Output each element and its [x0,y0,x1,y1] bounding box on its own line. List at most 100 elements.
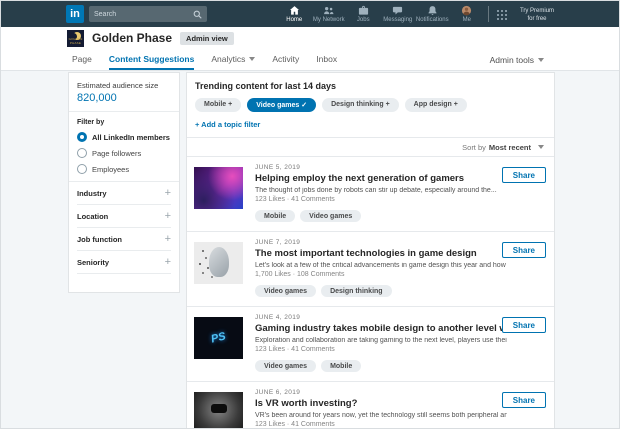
sort-dropdown[interactable]: Sort by Most recent [187,138,554,157]
chip-app-design[interactable]: App design + [405,98,467,112]
tab-page[interactable]: Page [72,49,92,70]
add-topic-filter-link[interactable]: + Add a topic filter [195,120,554,129]
article-title[interactable]: The most important technologies in game … [255,248,507,259]
article-date: JUNE 5, 2019 [255,164,507,171]
article-stats: 123 Likes · 41 Comments [255,421,507,428]
article-thumbnail[interactable] [194,392,243,429]
filter-by-label: Filter by [77,119,171,126]
linkedin-admin-page: in Search Home My N [0,0,620,429]
premium-line1: Try Premium [511,8,563,16]
nav-item-notifications[interactable]: Notifications [415,1,450,27]
article-row: JUNE 6, 2019 Is VR worth investing? VR's… [187,382,554,429]
article-description: The thought of jobs done by robots can s… [255,187,507,194]
content-area: Estimated audience size 820,000 Filter b… [1,71,619,428]
article-body: JUNE 7, 2019 The most important technolo… [255,239,507,297]
radio-page-followers[interactable]: Page followers [77,148,171,158]
article-description: VR's been around for years now, yet the … [255,412,507,419]
nav-label: Messaging [383,17,412,23]
article-title[interactable]: Helping employ the next generation of ga… [255,173,507,184]
article-date: JUNE 6, 2019 [255,389,507,396]
nav-item-home[interactable]: Home [277,1,312,27]
nav-divider [488,6,489,22]
article-tag[interactable]: Design thinking [321,285,392,297]
plus-icon: + [165,234,171,245]
radio-icon [77,148,87,158]
article-list: JUNE 5, 2019 Helping employ the next gen… [187,157,554,429]
chevron-down-icon [538,145,544,149]
article-title[interactable]: Gaming industry takes mobile design to a… [255,323,507,334]
company-logo[interactable]: GOLDEN PHASE [67,30,84,47]
nav-item-messaging[interactable]: Messaging [381,1,416,27]
article-tag[interactable]: Video games [255,360,316,372]
chip-video-games[interactable]: Video games ✓ [247,98,316,112]
filter-section-location[interactable]: Location + [77,205,171,228]
article-stats: 1,700 Likes · 108 Comments [255,271,507,278]
tab-inbox[interactable]: Inbox [316,49,337,70]
nav-label: Home [286,17,302,23]
trending-content-panel: Trending content for last 14 days Mobile… [187,73,554,429]
radio-employees[interactable]: Employees [77,164,171,174]
share-button[interactable]: Share [502,317,546,333]
try-premium-link[interactable]: Try Premium for free [511,8,563,23]
article-tag[interactable]: Mobile [255,210,295,222]
article-title[interactable]: Is VR worth investing? [255,398,507,409]
filter-section-job-function[interactable]: Job function + [77,228,171,251]
admin-tools-dropdown[interactable]: Admin tools [490,49,544,71]
page-title: Golden Phase [92,31,172,45]
search-input[interactable]: Search [89,6,207,22]
article-body: JUNE 4, 2019 Gaming industry takes mobil… [255,314,507,372]
primary-nav: Home My Network Jobs [277,1,484,27]
notifications-icon [427,5,438,16]
article-tag[interactable]: Video games [255,285,316,297]
article-tag[interactable]: Mobile [321,360,361,372]
radio-icon [77,132,87,142]
article-date: JUNE 4, 2019 [255,314,507,321]
share-button[interactable]: Share [502,242,546,258]
trending-title: Trending content for last 14 days [195,81,554,91]
plus-icon: + [165,257,171,268]
article-row: JUNE 7, 2019 The most important technolo… [187,232,554,307]
chevron-down-icon [249,57,255,61]
nav-item-jobs[interactable]: Jobs [346,1,381,27]
radio-all-linkedin-members[interactable]: All LinkedIn members [77,132,171,142]
audience-filter-sidebar: Estimated audience size 820,000 Filter b… [69,73,179,292]
tab-activity[interactable]: Activity [272,49,299,70]
nav-label: Me [463,17,471,23]
filter-section-industry[interactable]: Industry + [77,182,171,205]
nav-item-my-network[interactable]: My Network [312,1,347,27]
nav-item-me[interactable]: Me [450,1,485,27]
logo-caption: GOLDEN PHASE [67,38,84,45]
my-network-icon [323,5,334,16]
filter-section-seniority[interactable]: Seniority + [77,251,171,274]
share-button[interactable]: Share [502,167,546,183]
apps-grid-icon[interactable] [496,8,508,20]
nav-label: My Network [313,17,345,23]
article-thumbnail[interactable] [194,242,243,284]
article-tag[interactable]: Video games [300,210,361,222]
tab-analytics[interactable]: Analytics [211,49,255,70]
linkedin-logo[interactable]: in [66,5,84,23]
article-date: JUNE 7, 2019 [255,239,507,246]
tab-content-suggestions[interactable]: Content Suggestions [109,49,194,70]
article-stats: 123 Likes · 41 Comments [255,346,507,353]
article-row: PS JUNE 4, 2019 Gaming industry takes mo… [187,307,554,382]
top-navigation-bar: in Search Home My N [1,1,619,27]
nav-label: Jobs [357,17,370,23]
share-button[interactable]: Share [502,392,546,408]
premium-line2: for free [511,16,563,24]
me-avatar [461,5,472,16]
messaging-icon [392,5,403,16]
chip-mobile[interactable]: Mobile + [195,98,241,112]
sidebar-footer-space [77,274,171,292]
audience-size-label: Estimated audience size [77,81,171,90]
article-body: JUNE 5, 2019 Helping employ the next gen… [255,164,507,222]
audience-size-value: 820,000 [77,92,171,104]
article-thumbnail[interactable]: PS [194,317,243,359]
chip-design-thinking[interactable]: Design thinking + [322,98,399,112]
radio-icon [77,164,87,174]
article-body: JUNE 6, 2019 Is VR worth investing? VR's… [255,389,507,429]
article-description: Let's look at a few of the critical adva… [255,262,507,269]
thumbnail-text: PS [210,330,227,345]
article-thumbnail[interactable] [194,167,243,209]
plus-icon: + [165,188,171,199]
